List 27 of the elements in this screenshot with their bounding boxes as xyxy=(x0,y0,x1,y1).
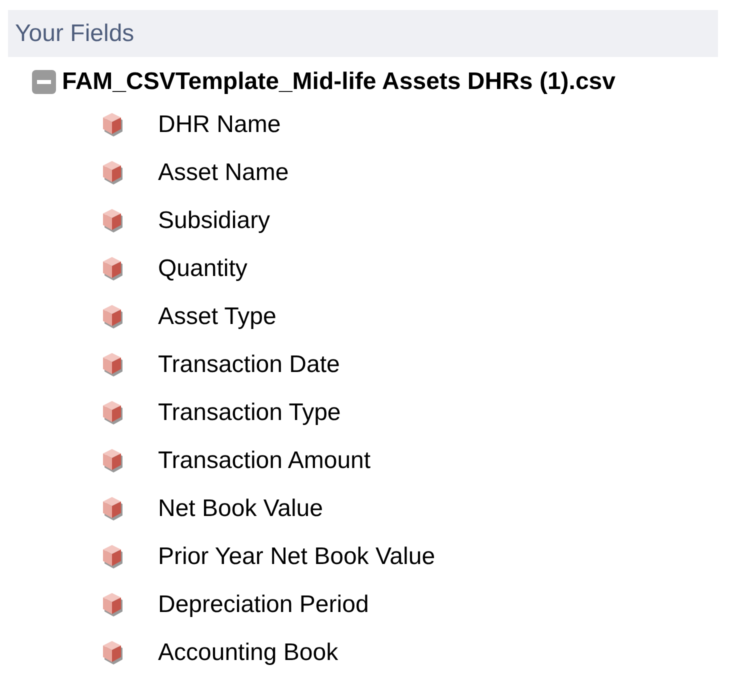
field-name[interactable]: Asset Type xyxy=(158,299,276,335)
cube-icon xyxy=(100,640,124,666)
cube-icon xyxy=(100,592,124,618)
collapse-toggle[interactable] xyxy=(32,70,56,94)
field-name[interactable]: Depreciation Period xyxy=(158,587,369,623)
cube-icon xyxy=(100,256,124,282)
cube-icon xyxy=(100,208,124,234)
field-name[interactable]: Accounting Book xyxy=(158,635,338,671)
header-title: Your Fields xyxy=(15,18,134,48)
field-name[interactable]: Quantity xyxy=(158,251,248,287)
cube-icon xyxy=(100,352,124,378)
field-name[interactable]: DHR Name xyxy=(158,107,281,143)
cube-icon xyxy=(100,544,124,570)
cube-icon xyxy=(100,304,124,330)
file-name[interactable]: FAM_CSVTemplate_Mid-life Assets DHRs (1).csv xyxy=(62,64,616,100)
cube-icon xyxy=(100,448,124,474)
field-name[interactable]: Asset Name xyxy=(158,155,289,191)
field-name[interactable]: Subsidiary xyxy=(158,203,270,239)
field-name[interactable]: Transaction Date xyxy=(158,347,340,383)
field-name[interactable]: Net Book Value xyxy=(158,491,323,527)
field-name[interactable]: Prior Year Net Book Value xyxy=(158,539,436,575)
cube-icon xyxy=(100,400,124,426)
cube-icon xyxy=(100,112,124,138)
cube-icon xyxy=(100,160,124,186)
cube-icon xyxy=(100,496,124,522)
field-name[interactable]: Transaction Type xyxy=(158,395,341,431)
field-name[interactable]: Transaction Amount xyxy=(158,443,371,479)
